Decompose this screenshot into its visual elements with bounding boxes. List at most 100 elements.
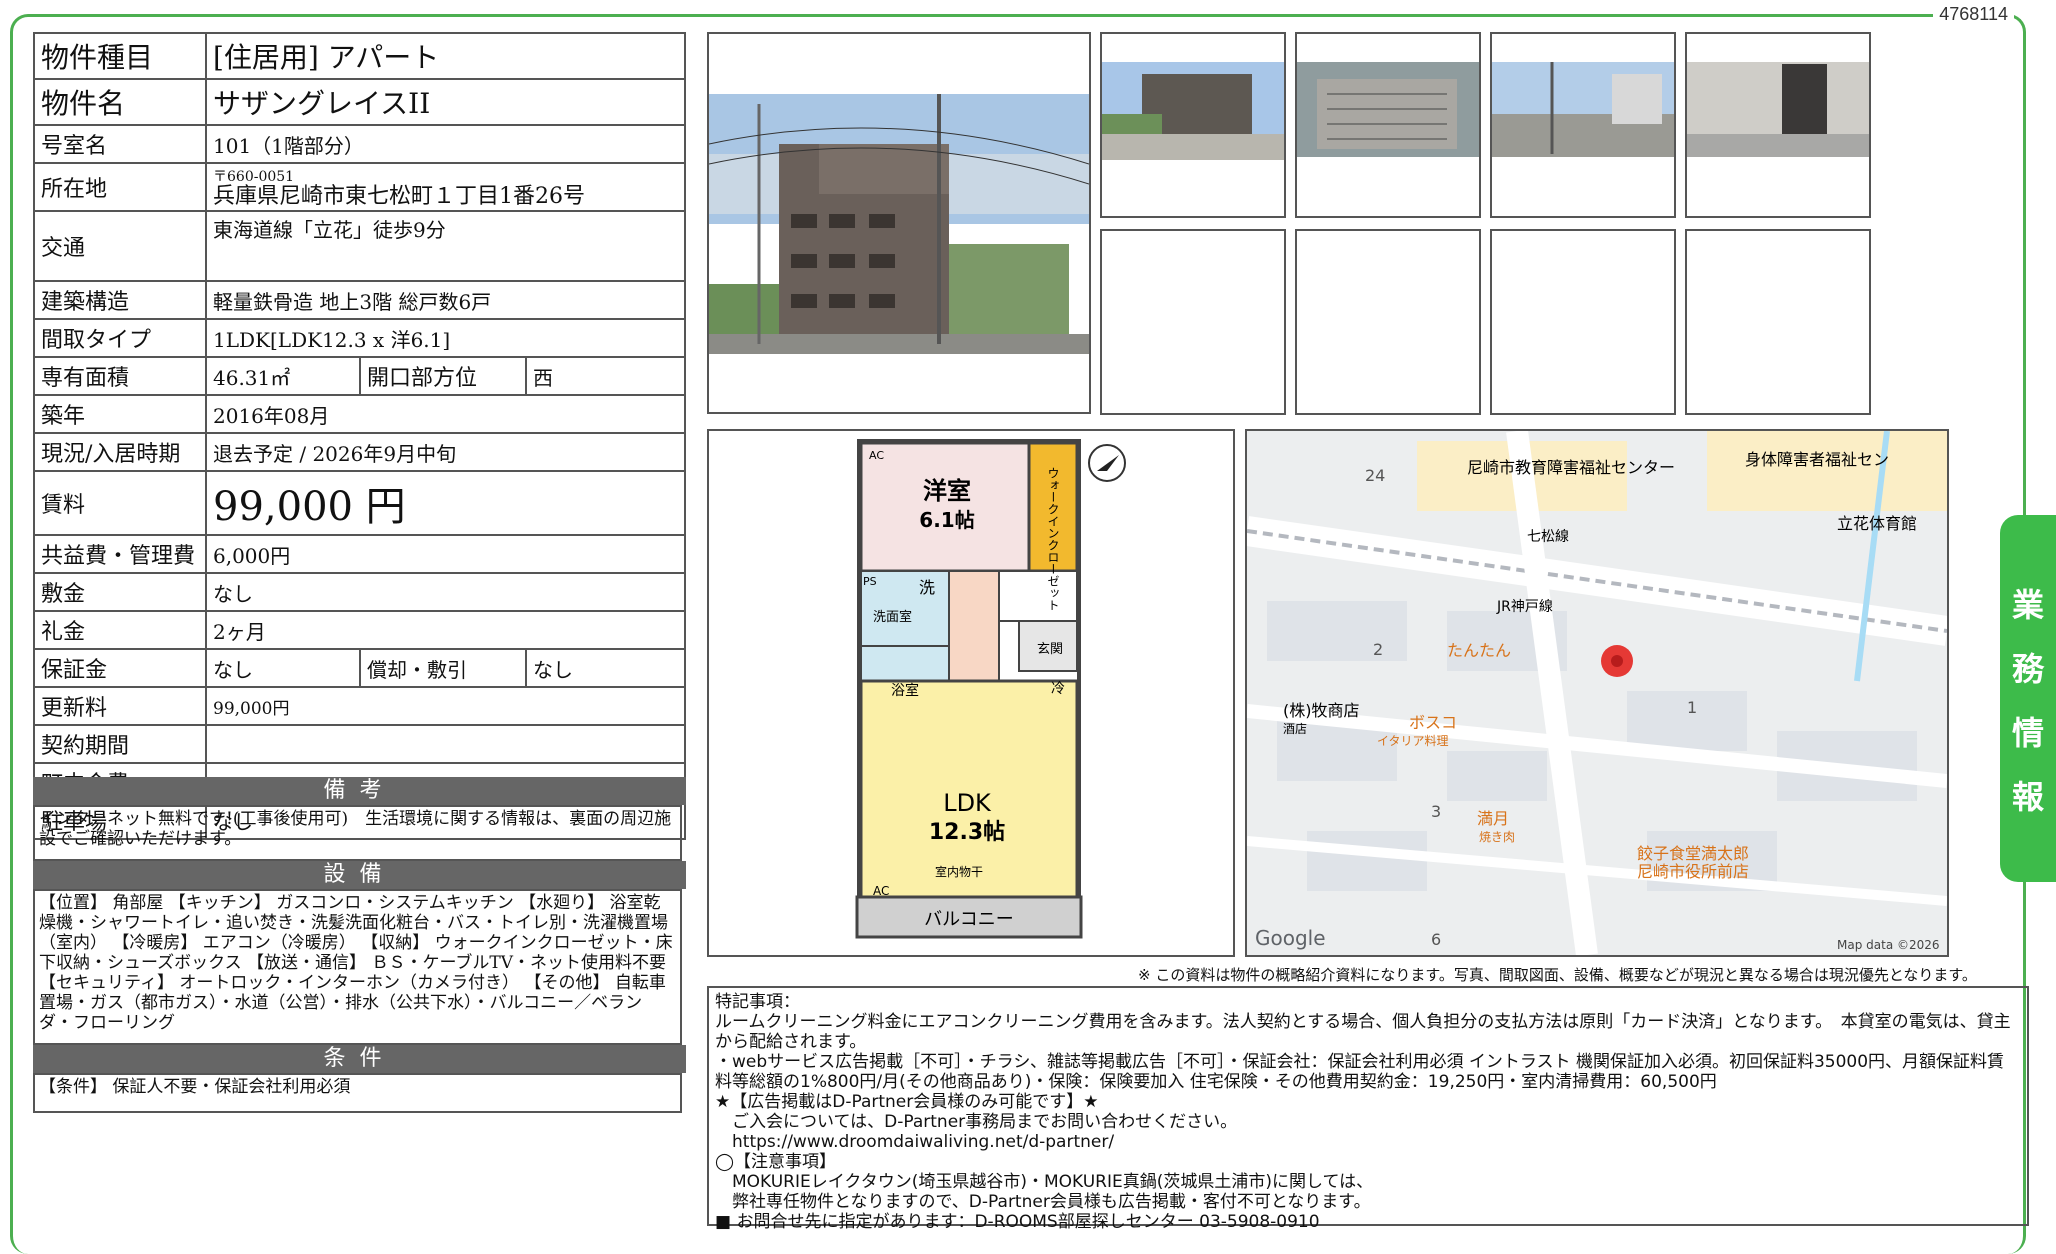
photo-image <box>1492 62 1674 157</box>
photo-image <box>1297 62 1479 157</box>
map-label: 立花体育館 <box>1837 514 1917 533</box>
remarks-line: https://www.droomdaiwaliving.net/d-partn… <box>715 1132 1115 1152</box>
map-label: 餃子食堂満太郎 <box>1637 844 1749 863</box>
spec-value: 1LDK[LDK12.3 x 洋6.1] <box>205 318 686 358</box>
spec-value: 西 <box>525 356 686 396</box>
map-label: 焼き肉 <box>1479 830 1515 844</box>
spec-value: サザングレイスII <box>205 78 686 126</box>
spec-label: 建築構造 <box>33 280 207 320</box>
ac-label: AC <box>873 884 889 898</box>
spec-label: 交通 <box>33 210 207 282</box>
side-tab-business-info[interactable]: 業 務 情 報 <box>2000 515 2056 882</box>
spec-label: 物件名 <box>33 78 207 126</box>
spec-value: [住居用] アパート <box>205 32 686 80</box>
map-label: 酒店 <box>1283 722 1307 736</box>
map-label: 身体障害者福祉セン <box>1745 450 1889 469</box>
spec-value: 46.31㎡ <box>205 356 361 396</box>
joken-text: 【条件】 保証人不要・保証会社利用必須 <box>33 1073 682 1113</box>
fixture-washer: 洗 <box>919 578 935 597</box>
empty-photo-slot <box>1685 229 1871 415</box>
map-block-number: 6 <box>1431 930 1441 949</box>
side-tab-char: 報 <box>2011 777 2044 816</box>
spec-label: 所在地 <box>33 162 207 212</box>
spec-value: なし <box>205 572 686 612</box>
spec-value: 2016年08月 <box>205 394 686 434</box>
map-label: ボスコ <box>1409 713 1457 732</box>
remarks-line: ルームクリーニング料金にエアコンクリーニング費用を含みます。法人契約とする場合、… <box>715 1012 2011 1052</box>
entrance-photo[interactable] <box>1685 32 1871 218</box>
document-id: 4768114 <box>1933 4 2014 25</box>
spec-label: 賃料 <box>33 470 207 536</box>
spec-value: 99,000円 <box>205 686 686 726</box>
room-label-wic: ウォークインクローゼット <box>1046 467 1060 611</box>
spec-value: 101（1階部分） <box>205 124 686 164</box>
remarks-line: ■ お問合せ先に指定があります：D-ROOMS部屋探しセンター 03-5908-… <box>715 1212 1320 1232</box>
spec-label: 敷金 <box>33 572 207 612</box>
spec-value: なし <box>205 648 361 688</box>
address-value: 兵庫県尼崎市東七松町１丁目1番26号 <box>213 184 585 209</box>
spec-label: 現況/入居時期 <box>33 432 207 472</box>
spec-label: 償却・敷引 <box>359 648 527 688</box>
ac-label-top: AC <box>869 449 884 462</box>
spec-value <box>205 724 686 764</box>
ps-label: PS <box>863 575 877 588</box>
joken-header: 条件 <box>33 1045 686 1073</box>
setsubi-text: 【位置】 角部屋 【キッチン】 ガスコンロ・システムキッチン 【水廻り】 浴室乾… <box>33 889 682 1045</box>
remarks-line: ご入会については、D-Partner事務局までお問い合わせください。 <box>715 1112 1238 1132</box>
map-block-number: 24 <box>1365 466 1385 485</box>
map-copyright: Map data ©2026 <box>1837 938 1940 952</box>
room-label-washroom: 洗面室 <box>873 609 912 625</box>
room-label-bath: 浴室 <box>891 682 919 699</box>
remarks-line: ・webサービス広告掲載［不可］・チラシ、雑誌等掲載広告［不可］・保証会社：保証… <box>715 1052 2005 1092</box>
spec-label: 共益費・管理費 <box>33 534 207 574</box>
map-label: 満月 <box>1477 809 1509 828</box>
side-tab-char: 務 <box>2011 649 2044 688</box>
spec-label: 保証金 <box>33 648 207 688</box>
spec-label: 契約期間 <box>33 724 207 764</box>
location-map[interactable]: 尼崎市教育障害福祉センター 身体障害者福祉セン 立花体育館 七松線 JR神戸線 … <box>1245 429 1949 957</box>
main-building-photo[interactable] <box>707 32 1091 414</box>
exterior-photo-2[interactable] <box>1295 32 1481 218</box>
spec-value: 軽量鉄骨造 地上3階 総戸数6戸 <box>205 280 686 320</box>
map-label: たんたん <box>1447 641 1511 660</box>
spec-value: 退去予定 / 2026年9月中旬 <box>205 432 686 472</box>
exterior-photo-3[interactable] <box>1490 32 1676 218</box>
balcony-label: バルコニー <box>924 909 1014 930</box>
spec-value: 東海道線「立花」徒歩9分 <box>205 210 686 282</box>
remarks-line: 弊社専任物件となりますので、D-Partner会員様も広告掲載・客付不可となりま… <box>715 1192 1371 1212</box>
spec-label: 専有面積 <box>33 356 207 396</box>
remarks-line: ◯【注意事項】 <box>715 1152 837 1172</box>
room-label-entrance: 玄関 <box>1037 642 1063 657</box>
map-drawing: 尼崎市教育障害福祉センター 身体障害者福祉セン 立花体育館 七松線 JR神戸線 … <box>1247 431 1947 955</box>
photo-image <box>1687 62 1869 157</box>
floor-plan[interactable]: 洋室 6.1帖 ウォークインクローゼット 洗 洗面室 浴室 玄関 冷 LDK 1… <box>707 429 1235 957</box>
spec-label: 間取タイプ <box>33 318 207 358</box>
room-label-western: 洋室 <box>923 477 971 505</box>
remarks-line: 特記事項： <box>715 992 800 1012</box>
floor-plan-drawing: 洋室 6.1帖 ウォークインクローゼット 洗 洗面室 浴室 玄関 冷 LDK 1… <box>855 439 1126 939</box>
side-tab-char: 情 <box>2011 713 2044 752</box>
setsubi-header: 設備 <box>33 861 686 889</box>
spec-value: なし <box>525 648 686 688</box>
map-label: JR神戸線 <box>1496 599 1553 615</box>
spec-label: 物件種目 <box>33 32 207 80</box>
side-tab-char: 業 <box>2011 585 2044 624</box>
remarks-box: 特記事項： ルームクリーニング料金にエアコンクリーニング費用を含みます。法人契約… <box>707 986 2029 1232</box>
map-block-number: 2 <box>1373 640 1383 659</box>
map-label: 尼崎市役所前店 <box>1637 862 1749 881</box>
remarks-line: MOKURIEレイクタウン(埼玉県越谷市)・MOKURIE真鍋(茨城県土浦市)に… <box>715 1172 1374 1192</box>
room-size-ldk: 12.3帖 <box>929 820 1005 845</box>
exterior-photo-1[interactable] <box>1100 32 1286 218</box>
map-label: イタリア料理 <box>1377 734 1449 748</box>
map-block-number: 1 <box>1687 698 1697 717</box>
spec-value: 6,000円 <box>205 534 686 574</box>
empty-photo-slot <box>1490 229 1676 415</box>
room-label-ldk: LDK <box>943 789 992 817</box>
spec-label: 礼金 <box>33 610 207 650</box>
spec-value: 2ヶ月 <box>205 610 686 650</box>
biko-text: インターネット無料です!(工事後使用可) 生活環境に関する情報は、裏面の周辺施設… <box>33 805 682 861</box>
map-label: (株)牧商店 <box>1283 701 1360 720</box>
map-label: 尼崎市教育障害福祉センター <box>1467 458 1675 477</box>
remarks-line: ★【広告掲載はD-Partner会員様のみ可能です】★ <box>715 1092 1099 1112</box>
biko-header: 備考 <box>33 777 686 805</box>
